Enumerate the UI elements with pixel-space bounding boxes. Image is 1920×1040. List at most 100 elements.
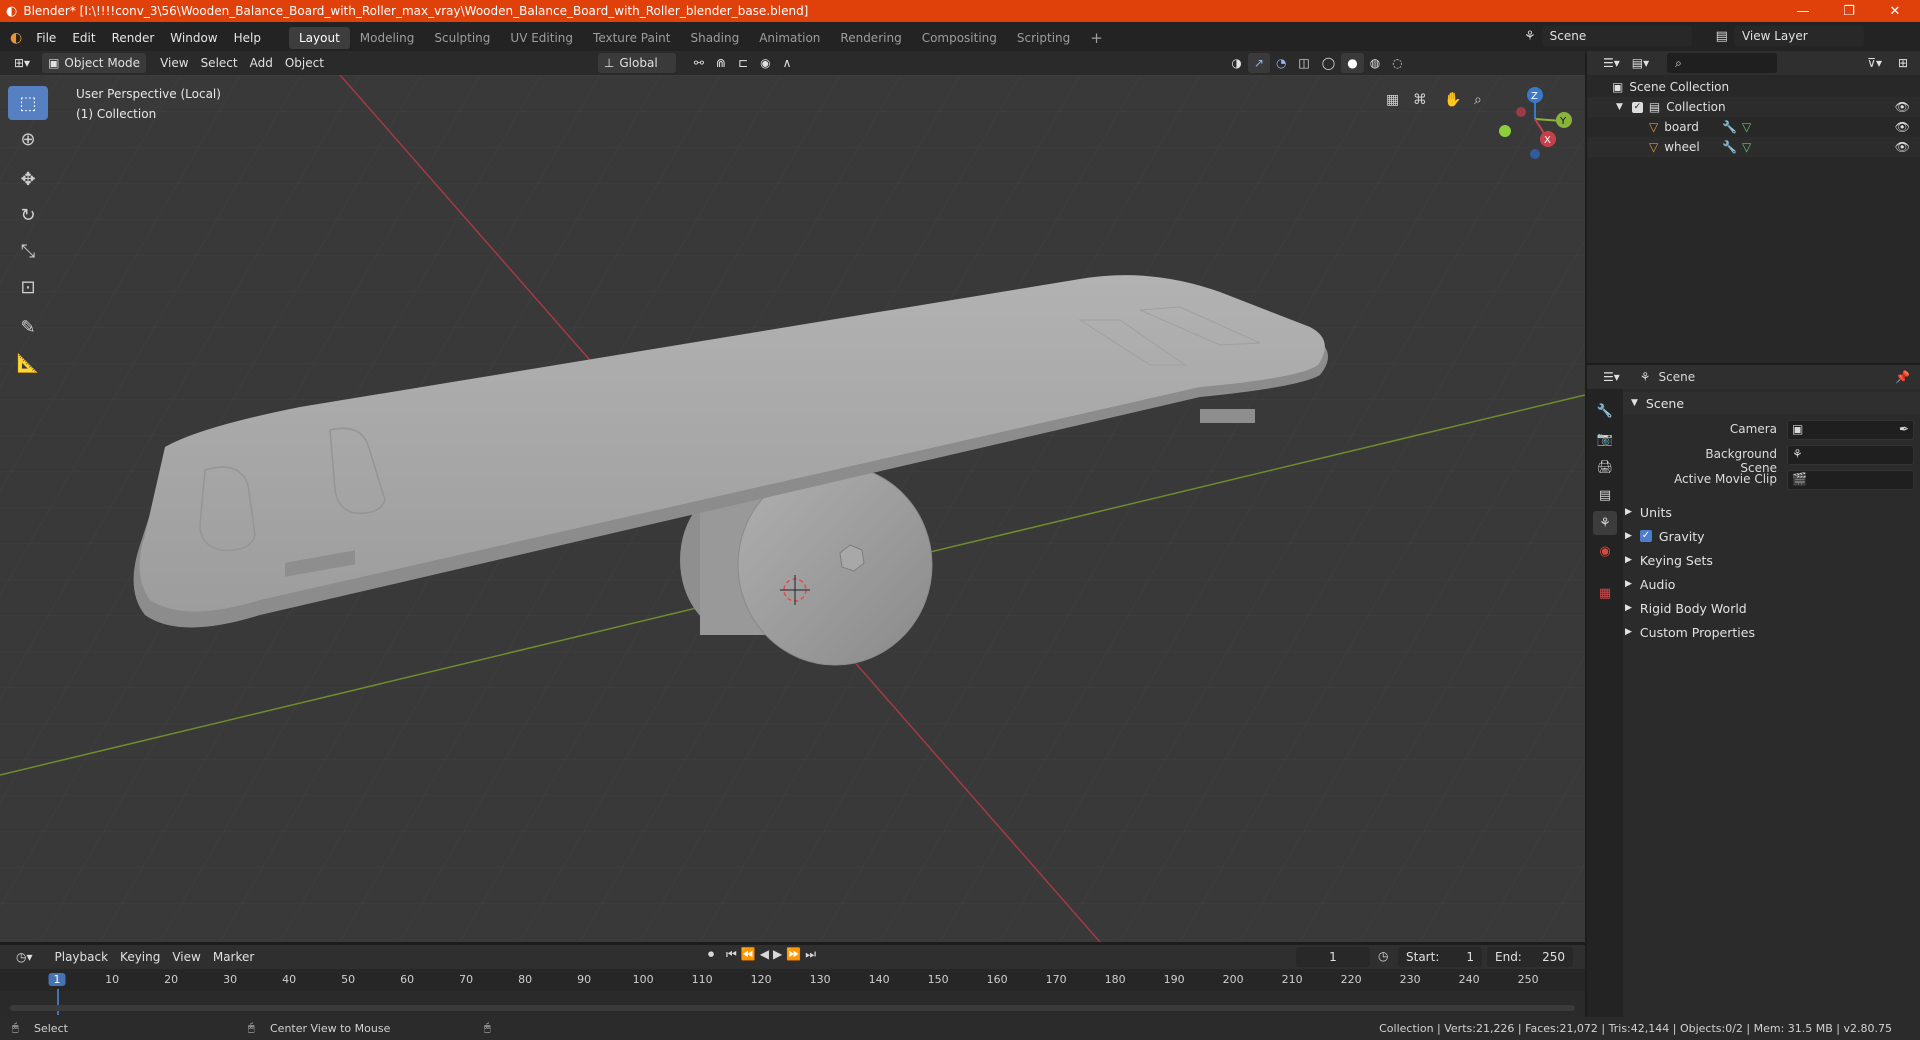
next-keyframe-icon[interactable]: ⏩ — [786, 947, 801, 962]
menu-render[interactable]: Render — [104, 31, 163, 45]
add-workspace-button[interactable]: + — [1080, 27, 1113, 49]
gizmo-toggle-icon[interactable]: ↗ — [1247, 53, 1270, 73]
view-layer-icon[interactable]: ▤ — [1716, 29, 1728, 44]
end-frame-field[interactable]: End: 250 — [1487, 947, 1573, 967]
menu-keying[interactable]: Keying — [114, 947, 166, 967]
menu-timeline-view[interactable]: View — [166, 947, 206, 967]
new-collection-icon[interactable]: ⊞ — [1892, 53, 1914, 73]
menu-object[interactable]: Object — [279, 53, 330, 73]
scene-selector[interactable]: Scene — [1541, 26, 1692, 46]
gravity-panel[interactable]: ▶ ✓ Gravity — [1625, 525, 1915, 547]
background-scene-field[interactable]: ⚘ — [1787, 445, 1914, 465]
render-tab-icon[interactable]: 📷 — [1593, 427, 1617, 451]
record-icon[interactable]: ⏺ — [708, 947, 714, 962]
prev-keyframe-icon[interactable]: ⏪ — [741, 947, 756, 962]
scene-panel-header[interactable]: ▼ Scene — [1623, 392, 1920, 414]
3d-viewport[interactable]: ▦ ⌘ ✋ ⌕ Z Y X — [0, 75, 1585, 942]
expand-arrow-icon[interactable]: ▼ — [1616, 102, 1623, 112]
outliner-collection[interactable]: ▼ ✓ ▤ Collection 👁 — [1587, 97, 1920, 117]
measure-tool-icon[interactable]: 📐 — [8, 346, 48, 380]
overlay-toggle-icon[interactable]: ◔ — [1270, 53, 1292, 73]
menu-file[interactable]: File — [28, 31, 64, 45]
custom-properties-panel[interactable]: ▶ Custom Properties — [1625, 621, 1915, 643]
outliner-item-wheel[interactable]: ▽ wheel 🔧 ▽ 👁 — [1587, 137, 1920, 157]
start-frame-field[interactable]: Start: 1 — [1398, 947, 1482, 967]
wireframe-shading-icon[interactable]: ◯ — [1316, 53, 1341, 73]
current-frame-field[interactable]: 1 — [1296, 947, 1370, 967]
tab-texture-paint[interactable]: Texture Paint — [583, 27, 680, 49]
eye-icon[interactable]: 👁 — [1895, 140, 1910, 154]
modifier-wrench-icon[interactable]: 🔧 — [1722, 140, 1737, 154]
pivot-icon[interactable]: ⚯ — [688, 53, 710, 73]
scale-tool-icon[interactable]: ⤡ — [8, 234, 48, 268]
playhead[interactable] — [57, 989, 59, 1015]
view-layer-selector[interactable]: View Layer — [1733, 26, 1864, 46]
editor-type-icon[interactable]: ⊞▾ — [8, 53, 36, 73]
maximize-button[interactable]: ❐ — [1826, 0, 1872, 22]
clock-icon[interactable]: ◷ — [1378, 949, 1388, 963]
texture-tab-icon[interactable]: ▦ — [1593, 581, 1617, 605]
menu-window[interactable]: Window — [162, 31, 225, 45]
mesh-data-icon[interactable]: ▽ — [1742, 140, 1751, 154]
scene-tab-icon[interactable]: ⚘ — [1593, 511, 1617, 535]
cursor-tool-icon[interactable]: ⊕ — [8, 122, 48, 156]
camera-field[interactable]: ▣ ✒ — [1787, 420, 1914, 440]
annotate-tool-icon[interactable]: ✎ — [8, 310, 48, 344]
outliner-item-board[interactable]: ▽ board 🔧 ▽ 👁 — [1587, 117, 1920, 137]
jump-end-icon[interactable]: ⏭ — [805, 947, 816, 962]
gravity-checkbox[interactable]: ✓ — [1639, 530, 1652, 542]
tab-scripting[interactable]: Scripting — [1007, 27, 1080, 49]
menu-marker[interactable]: Marker — [207, 947, 260, 967]
solid-shading-icon[interactable]: ● — [1341, 53, 1364, 73]
xray-icon[interactable]: ◫ — [1292, 53, 1315, 73]
eye-icon[interactable]: 👁 — [1895, 120, 1910, 134]
tool-tab-icon[interactable]: 🔧 — [1593, 399, 1617, 423]
tab-layout[interactable]: Layout — [288, 26, 350, 49]
audio-panel[interactable]: ▶ Audio — [1625, 573, 1915, 595]
rigid-body-world-panel[interactable]: ▶ Rigid Body World — [1625, 597, 1915, 619]
minimize-button[interactable]: — — [1780, 0, 1826, 22]
play-icon[interactable]: ▶ — [773, 947, 782, 962]
visibility-icon[interactable]: ◑ — [1225, 53, 1247, 73]
frame-ruler[interactable]: 1 10 20 30 40 50 60 70 80 90 100 110 120 130 140 150 160… — [0, 969, 1585, 1015]
transform-tool-icon[interactable]: ⊡ — [8, 270, 48, 304]
eyedropper-icon[interactable]: ✒ — [1899, 422, 1909, 436]
rotate-tool-icon[interactable]: ↻ — [8, 198, 48, 232]
world-tab-icon[interactable]: ◉ — [1593, 539, 1617, 563]
timeline-editor-type-icon[interactable]: ◷▾ — [10, 947, 39, 967]
properties-editor-type-icon[interactable]: ☰▾ — [1597, 367, 1626, 387]
mode-selector[interactable]: ▣ Object Mode — [42, 53, 147, 73]
tab-rendering[interactable]: Rendering — [830, 27, 911, 49]
tab-shading[interactable]: Shading — [680, 27, 749, 49]
menu-playback[interactable]: Playback — [49, 947, 115, 967]
falloff-icon[interactable]: ∧ — [777, 53, 798, 73]
tab-modeling[interactable]: Modeling — [350, 27, 425, 49]
material-shading-icon[interactable]: ◍ — [1364, 53, 1386, 73]
play-reverse-icon[interactable]: ◀ — [760, 947, 769, 962]
display-mode-icon[interactable]: ▤▾ — [1626, 53, 1655, 73]
jump-start-icon[interactable]: ⏮ — [726, 947, 737, 962]
proportional-edit-icon[interactable]: ◉ — [754, 53, 776, 73]
tab-compositing[interactable]: Compositing — [912, 27, 1007, 49]
timeline-scrollbar[interactable] — [10, 1005, 1575, 1011]
movie-clip-field[interactable]: 🎬 — [1787, 470, 1914, 490]
tab-sculpting[interactable]: Sculpting — [424, 27, 500, 49]
filter-icon[interactable]: ⊽▾ — [1861, 53, 1888, 73]
menu-help[interactable]: Help — [226, 31, 269, 45]
output-tab-icon[interactable]: 🖨 — [1593, 455, 1617, 479]
orientation-selector[interactable]: ⊥ Global — [597, 53, 676, 73]
modifier-wrench-icon[interactable]: 🔧 — [1722, 120, 1737, 134]
snap-icon[interactable]: ⋒ — [710, 53, 732, 73]
outliner-scene-collection[interactable]: ▣ Scene Collection — [1587, 77, 1920, 97]
keying-sets-panel[interactable]: ▶ Keying Sets — [1625, 549, 1915, 571]
pin-icon[interactable]: 📌 — [1895, 370, 1910, 384]
scene-icon[interactable]: ⚘ — [1524, 29, 1536, 44]
menu-add[interactable]: Add — [244, 53, 279, 73]
eye-icon[interactable]: 👁 — [1895, 100, 1910, 114]
blender-menu-icon[interactable]: ◐ — [10, 30, 22, 46]
rendered-shading-icon[interactable]: ◌ — [1386, 53, 1408, 73]
move-tool-icon[interactable]: ✥ — [8, 162, 48, 196]
outliner-editor-type-icon[interactable]: ☰▾ — [1597, 53, 1626, 73]
menu-view[interactable]: View — [154, 53, 194, 73]
outliner-search-input[interactable]: ⌕ — [1667, 53, 1778, 73]
